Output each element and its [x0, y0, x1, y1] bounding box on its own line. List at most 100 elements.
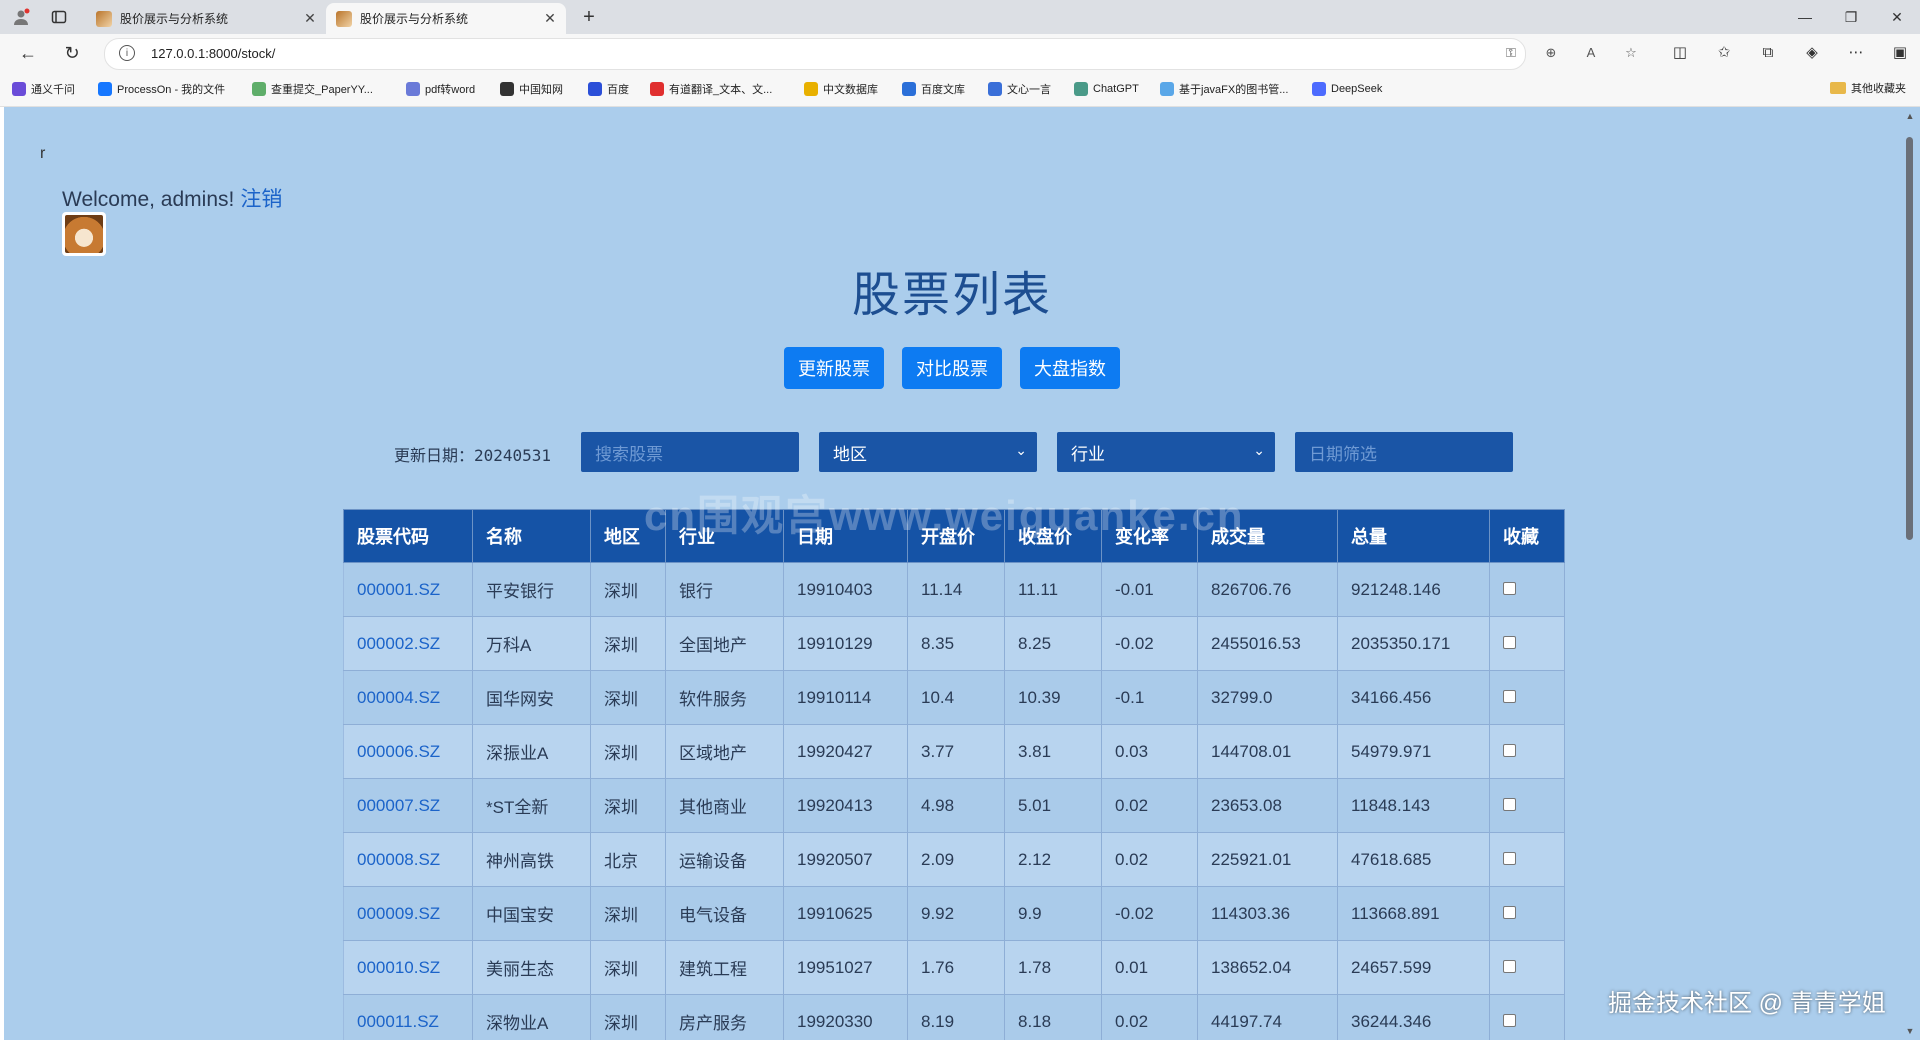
close-icon[interactable]: ✕	[300, 10, 320, 27]
table-cell: 平安银行	[472, 562, 591, 617]
stock-code-link[interactable]: 000007.SZ	[357, 796, 440, 815]
bookmark-label: 基于javaFX的图书管...	[1179, 84, 1289, 96]
bookmark-item[interactable]: 基于javaFX的图书管...	[1160, 80, 1288, 98]
favorite-checkbox[interactable]	[1503, 905, 1516, 919]
key-icon[interactable]: ⚿	[1501, 45, 1521, 63]
industry-select[interactable]: 行业 ⌄	[1057, 432, 1275, 472]
new-tab-icon[interactable]: +	[578, 6, 600, 28]
search-placeholder: 搜索股票	[595, 444, 663, 464]
scroll-up-icon[interactable]: ▲	[1905, 111, 1915, 121]
table-row: 000011.SZ 深物业A 深圳 房产服务 19920330 8.19 8.18 0.02 4…	[343, 994, 1565, 1040]
table-row: 000009.SZ 中国宝安 深圳 电气设备 19910625 9.92 9.9 -0.02 1…	[343, 886, 1565, 941]
bookmark-item[interactable]: ProcessOn - 我的文件	[98, 80, 225, 98]
watermark: cn围观宫www.weiguanke.cn	[644, 492, 1245, 539]
col-header-total[interactable]: 总量	[1337, 509, 1490, 563]
bookmark-item[interactable]: 中国知网	[500, 80, 563, 98]
favorite-checkbox[interactable]	[1503, 581, 1516, 595]
date-filter-input[interactable]: 日期筛选	[1295, 432, 1513, 472]
bookmark-item[interactable]: 百度	[588, 80, 629, 98]
table-cell: 24657.599	[1337, 940, 1490, 995]
stock-code-link[interactable]: 000009.SZ	[357, 904, 440, 923]
table-cell: 万科A	[472, 616, 591, 671]
compare-stocks-button[interactable]: 对比股票	[902, 347, 1002, 389]
minimize-icon[interactable]: —	[1782, 0, 1828, 34]
scroll-down-icon[interactable]: ▼	[1905, 1026, 1915, 1036]
bookmark-item[interactable]: ChatGPT	[1074, 80, 1139, 98]
favorites-icon[interactable]: ✩	[1712, 42, 1736, 64]
url-input[interactable]: i 127.0.0.1:8000/stock/ ⚿ ⊕ A ☆	[104, 38, 1637, 70]
table-cell: 19910129	[783, 616, 908, 671]
favorite-checkbox[interactable]	[1503, 851, 1516, 865]
window-close-icon[interactable]: ✕	[1874, 0, 1920, 34]
other-bookmarks-folder[interactable]: 其他收藏夹	[1830, 80, 1906, 96]
bookmark-label: 文心一言	[1007, 84, 1051, 96]
favorite-checkbox[interactable]	[1503, 1013, 1516, 1027]
table-row: 000007.SZ *ST全新 深圳 其他商业 19920413 4.98 5.01 0.02…	[343, 778, 1565, 833]
col-header-name[interactable]: 名称	[472, 509, 591, 563]
read-aloud-icon[interactable]: A	[1581, 45, 1601, 63]
favorite-checkbox[interactable]	[1503, 797, 1516, 811]
table-cell: 8.35	[907, 616, 1005, 671]
avatar[interactable]	[62, 212, 106, 256]
sidebar-icon[interactable]: ▣	[1888, 42, 1912, 64]
bookmark-item[interactable]: 百度文库	[902, 80, 965, 98]
search-input[interactable]: 搜索股票	[581, 432, 799, 472]
table-cell: 深圳	[590, 940, 666, 995]
favorite-star-icon[interactable]: ☆	[1621, 45, 1641, 63]
reload-icon[interactable]: ↻	[60, 42, 84, 64]
stock-code-link[interactable]: 000002.SZ	[357, 634, 440, 653]
table-cell: 深物业A	[472, 994, 591, 1040]
stock-code-link[interactable]: 000010.SZ	[357, 958, 440, 977]
region-select[interactable]: 地区 ⌄	[819, 432, 1037, 472]
more-menu-icon[interactable]: ⋯	[1844, 42, 1868, 64]
update-stocks-button[interactable]: 更新股票	[784, 347, 884, 389]
table-cell: 19920507	[783, 832, 908, 887]
bookmark-item[interactable]: 查重提交_PaperYY...	[252, 80, 373, 98]
bookmark-item[interactable]: 通义千问	[12, 80, 75, 98]
stock-code-link[interactable]: 000004.SZ	[357, 688, 440, 707]
page-scrollbar[interactable]: ▲ ▼	[1900, 107, 1920, 1040]
bookmark-item[interactable]: DeepSeek	[1312, 80, 1382, 98]
favorite-checkbox[interactable]	[1503, 635, 1516, 649]
col-header-code[interactable]: 股票代码	[343, 509, 473, 563]
table-cell: 2.09	[907, 832, 1005, 887]
split-screen-icon[interactable]: ◫	[1668, 42, 1692, 64]
table-cell: 运输设备	[665, 832, 784, 887]
table-cell: 36244.346	[1337, 994, 1490, 1040]
table-cell: 4.98	[907, 778, 1005, 833]
logout-link[interactable]: 注销	[240, 188, 282, 211]
table-cell: 11848.143	[1337, 778, 1490, 833]
zoom-icon[interactable]: ⊕	[1541, 45, 1561, 63]
tab-stock-1[interactable]: 股价展示与分析系统 ✕	[86, 3, 326, 34]
scroll-thumb[interactable]	[1906, 137, 1913, 540]
bookmark-item[interactable]: 文心一言	[988, 80, 1051, 98]
table-cell: -0.02	[1101, 616, 1198, 671]
restore-icon[interactable]: ❐	[1828, 0, 1874, 34]
stock-code-link[interactable]: 000008.SZ	[357, 850, 440, 869]
page-title: 股票列表	[851, 269, 1052, 322]
bookmark-item[interactable]: pdf转word	[406, 80, 475, 98]
favorite-checkbox[interactable]	[1503, 743, 1516, 757]
close-icon[interactable]: ✕	[540, 10, 560, 27]
table-cell: *ST全新	[472, 778, 591, 833]
site-favicon-icon	[336, 10, 352, 27]
tab-stock-2[interactable]: 股价展示与分析系统 ✕	[326, 3, 566, 34]
stray-text: r	[40, 145, 46, 162]
stock-code-link[interactable]: 000011.SZ	[357, 1012, 439, 1031]
favorite-checkbox[interactable]	[1503, 959, 1516, 973]
bookmark-item[interactable]: 中文数据库	[804, 80, 878, 98]
table-cell: 深圳	[590, 616, 666, 671]
tab-actions-icon[interactable]	[48, 6, 70, 28]
profile-icon[interactable]	[10, 6, 32, 28]
market-index-button[interactable]: 大盘指数	[1020, 347, 1120, 389]
info-icon[interactable]: i	[119, 45, 135, 61]
back-icon[interactable]: ←	[16, 42, 40, 64]
extensions-icon[interactable]: ◈	[1800, 42, 1824, 64]
collections-icon[interactable]: ⧉	[1756, 42, 1780, 64]
favorite-checkbox[interactable]	[1503, 689, 1516, 703]
table-cell: 全国地产	[665, 616, 784, 671]
stock-code-link[interactable]: 000006.SZ	[357, 742, 440, 761]
stock-code-link[interactable]: 000001.SZ	[357, 580, 440, 599]
bookmark-item[interactable]: 有道翻译_文本、文...	[650, 80, 772, 98]
table-cell: -0.1	[1101, 670, 1198, 725]
